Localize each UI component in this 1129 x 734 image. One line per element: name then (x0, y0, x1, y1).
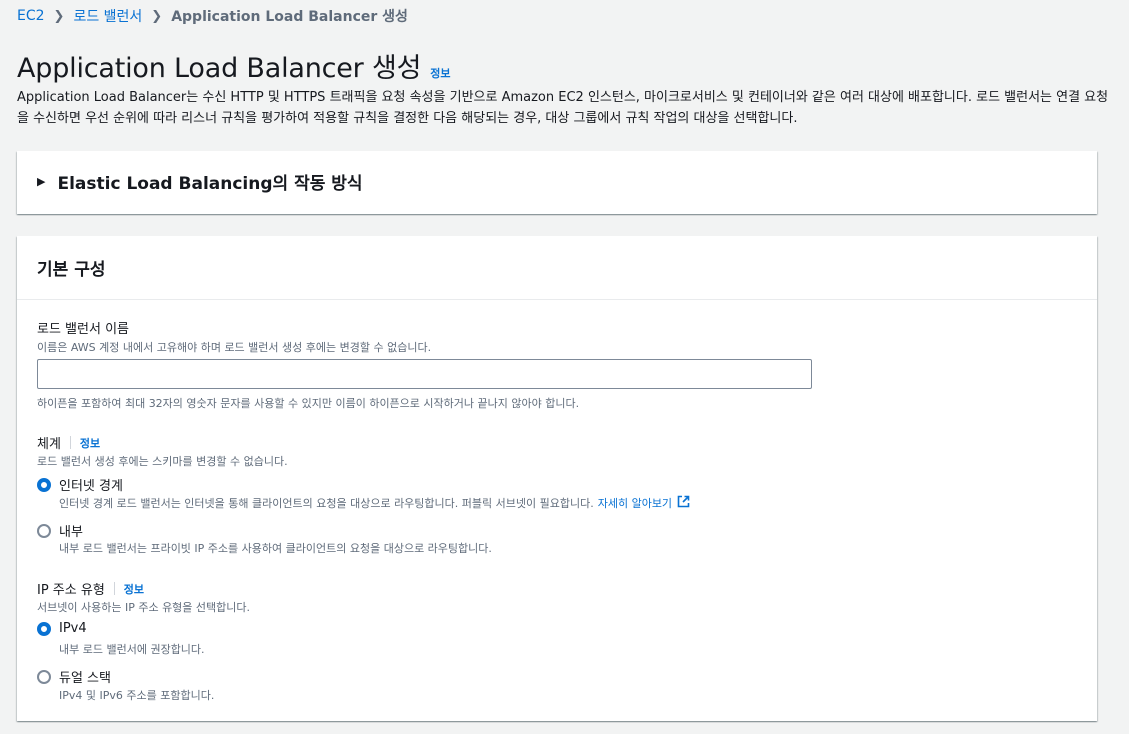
caret-right-icon: ▶ (37, 175, 46, 188)
how-it-works-section: ▶ Elastic Load Balancing의 작동 방식 (17, 151, 1097, 214)
how-it-works-toggle[interactable]: ▶ Elastic Load Balancing의 작동 방식 (37, 169, 363, 194)
scheme-label: 체계 (37, 437, 61, 452)
page-info-link[interactable]: 정보 (430, 65, 450, 81)
ip-type-description: 서브넷이 사용하는 IP 주소 유형을 선택합니다. (37, 601, 251, 614)
scheme-internal-description: 내부 로드 밸런서는 프라이빗 IP 주소를 사용하여 클라이언트의 요청을 대… (59, 542, 492, 555)
radio-unchecked-icon[interactable] (37, 523, 51, 538)
basic-config-panel: 기본 구성 로드 밸런서 이름 이름은 AWS 계정 내에서 고유해야 하며 로… (17, 236, 1097, 721)
basic-config-title: 기본 구성 (37, 260, 106, 280)
ip-type-label: IP 주소 유형 (37, 583, 105, 598)
ip-type-ipv4-label: IPv4 (59, 621, 87, 636)
ip-type-ipv4-option[interactable]: IPv4 (37, 621, 87, 636)
lb-name-label: 로드 밸런서 이름 (37, 322, 129, 337)
ip-type-dualstack-label: 듀얼 스택 (59, 671, 111, 686)
basic-config-header: 기본 구성 (17, 236, 1097, 300)
page-header: Application Load Balancer 생성 정보 (17, 46, 451, 85)
chevron-right-icon: ❯ (53, 8, 65, 24)
scheme-internet-facing-option[interactable]: 인터넷 경계 (37, 475, 123, 494)
scheme-internal-option[interactable]: 내부 (37, 521, 83, 540)
radio-checked-icon[interactable] (37, 477, 51, 492)
breadcrumb-current: Application Load Balancer 생성 (171, 9, 408, 25)
ip-type-dualstack-option[interactable]: 듀얼 스택 (37, 667, 111, 686)
ip-type-label-row: IP 주소 유형 정보 (37, 579, 144, 598)
scheme-internal-label: 내부 (59, 525, 83, 540)
chevron-right-icon: ❯ (151, 8, 163, 24)
divider (69, 436, 71, 449)
scheme-internet-facing-desc-text: 인터넷 경계 로드 밸런서는 인터넷을 통해 클라이언트의 요청을 대상으로 라… (59, 497, 594, 510)
page-description: Application Load Balancer는 수신 HTTP 및 HTT… (17, 90, 1109, 126)
breadcrumb-ec2-link[interactable]: EC2 (17, 8, 45, 24)
breadcrumb: EC2 ❯ 로드 밸런서 ❯ Application Load Balancer… (17, 6, 408, 26)
scheme-internet-facing-label: 인터넷 경계 (59, 479, 123, 494)
lb-name-input[interactable] (37, 359, 812, 389)
scheme-info-link[interactable]: 정보 (80, 435, 100, 451)
divider (113, 582, 115, 595)
external-link-icon[interactable] (677, 495, 690, 511)
learn-more-link[interactable]: 자세히 알아보기 (598, 495, 672, 511)
radio-unchecked-icon[interactable] (37, 669, 51, 684)
radio-checked-icon[interactable] (37, 621, 51, 636)
ip-type-ipv4-description: 내부 로드 밸런서에 권장합니다. (59, 643, 205, 656)
breadcrumb-load-balancers-link[interactable]: 로드 밸런서 (73, 6, 142, 26)
scheme-description: 로드 밸런서 생성 후에는 스키마를 변경할 수 없습니다. (37, 455, 288, 468)
lb-name-constraint: 하이픈을 포함하여 최대 32자의 영숫자 문자를 사용할 수 있지만 이름이 … (37, 397, 580, 410)
scheme-label-row: 체계 정보 (37, 433, 100, 452)
scheme-internet-facing-description: 인터넷 경계 로드 밸런서는 인터넷을 통해 클라이언트의 요청을 대상으로 라… (59, 495, 690, 511)
how-it-works-title: Elastic Load Balancing의 작동 방식 (57, 174, 363, 194)
page-title: Application Load Balancer 생성 (17, 53, 422, 84)
lb-name-description: 이름은 AWS 계정 내에서 고유해야 하며 로드 밸런서 생성 후에는 변경할… (37, 341, 432, 354)
ip-type-dualstack-description: IPv4 및 IPv6 주소를 포함합니다. (59, 689, 215, 702)
ip-type-info-link[interactable]: 정보 (124, 581, 144, 597)
